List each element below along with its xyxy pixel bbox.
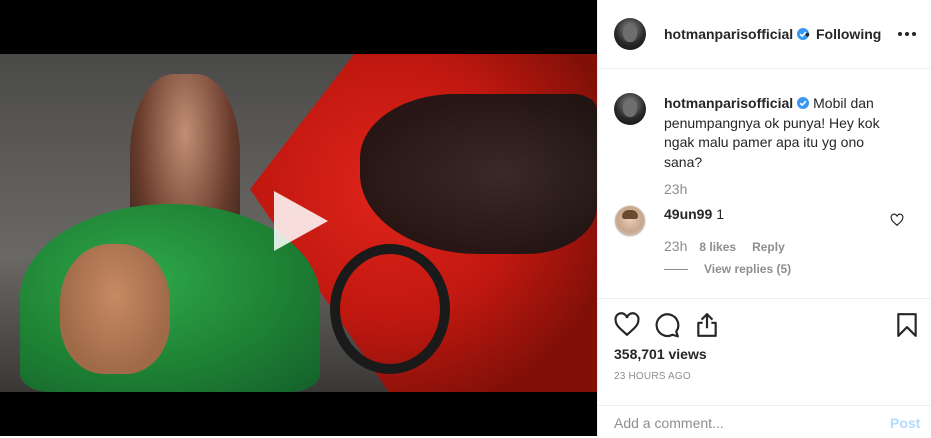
play-icon xyxy=(274,191,328,251)
comment-like-heart-icon[interactable] xyxy=(890,213,904,227)
author-username[interactable]: hotmanparisofficial xyxy=(664,26,793,42)
reply-button[interactable]: Reply xyxy=(752,240,785,254)
share-icon[interactable] xyxy=(694,312,720,338)
view-replies-button[interactable]: View replies (5) xyxy=(664,262,791,276)
commenter-username[interactable]: 49un99 xyxy=(664,206,712,222)
play-button[interactable] xyxy=(264,187,332,255)
video-scene-interior xyxy=(360,94,597,254)
comment-text: 1 xyxy=(716,206,725,222)
caption-username[interactable]: hotmanparisofficial xyxy=(664,95,793,111)
comment-timestamp[interactable]: 23h xyxy=(664,238,687,254)
video-scene-steering-wheel xyxy=(330,244,450,374)
view-count[interactable]: 358,701 views xyxy=(614,346,707,362)
post-timestamp[interactable]: 23 HOURS AGO xyxy=(614,371,691,382)
comment-likes[interactable]: 8 likes xyxy=(699,240,736,254)
comment: 49un99 1 xyxy=(664,206,724,222)
commenter-avatar[interactable] xyxy=(614,205,646,237)
more-options-icon[interactable] xyxy=(896,24,918,44)
bookmark-icon[interactable] xyxy=(894,312,920,338)
add-comment-bar: Post xyxy=(598,405,931,438)
post-side-panel: hotmanparisofficial • Following hotmanpa… xyxy=(597,0,931,436)
post-comment-button[interactable]: Post xyxy=(890,415,920,431)
verified-badge-icon xyxy=(797,97,810,109)
comment-input[interactable] xyxy=(614,415,864,431)
post-actions: 358,701 views 23 HOURS AGO Post xyxy=(598,298,931,437)
caption: hotmanparisofficial Mobil dan penumpangny… xyxy=(664,94,894,172)
comment-meta: 23h 8 likes Reply xyxy=(664,238,785,254)
caption-avatar[interactable] xyxy=(614,93,646,125)
view-replies-label: View replies (5) xyxy=(704,262,792,276)
author-username-row: hotmanparisofficial xyxy=(664,26,810,44)
view-replies-line xyxy=(664,269,688,271)
following-button[interactable]: Following xyxy=(816,26,881,42)
video-scene-driver-face xyxy=(60,244,170,374)
comment-icon[interactable] xyxy=(654,312,680,338)
follow-separator: • xyxy=(805,26,810,42)
video-pane xyxy=(0,0,597,436)
post-header: hotmanparisofficial • Following xyxy=(598,0,931,69)
caption-timestamp[interactable]: 23h xyxy=(664,181,687,197)
heart-icon[interactable] xyxy=(614,312,640,338)
author-avatar[interactable] xyxy=(614,18,646,50)
